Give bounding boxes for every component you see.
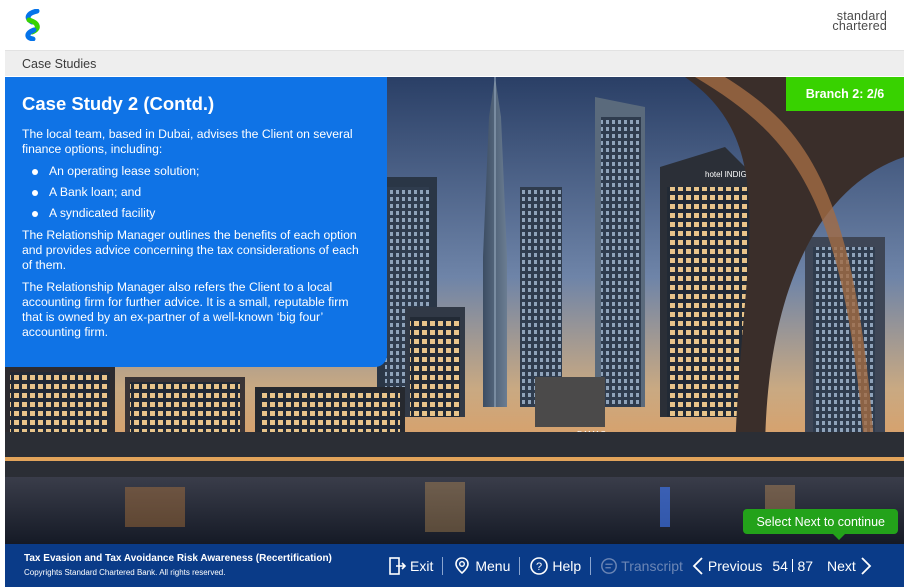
page-counter: 54 87 bbox=[772, 558, 813, 574]
breadcrumb: Case Studies bbox=[5, 50, 904, 76]
brand-line-2: chartered bbox=[832, 19, 887, 33]
divider bbox=[590, 556, 592, 575]
chevron-left-icon bbox=[692, 556, 703, 575]
current-page: 54 bbox=[772, 557, 788, 574]
copyright-text: Copyrights Standard Chartered Bank. All … bbox=[24, 568, 226, 577]
transcript-button[interactable]: Transcript bbox=[600, 557, 683, 575]
course-title: Tax Evasion and Tax Avoidance Risk Aware… bbox=[24, 553, 332, 564]
exit-button[interactable]: Exit bbox=[387, 556, 433, 576]
svg-text:?: ? bbox=[536, 561, 542, 573]
menu-button[interactable]: Menu bbox=[452, 556, 510, 576]
list-item: An operating lease solution; bbox=[30, 164, 371, 179]
next-button[interactable]: Next bbox=[827, 556, 873, 576]
next-label: Next bbox=[827, 557, 856, 574]
chevron-right-icon bbox=[861, 556, 872, 575]
breadcrumb-label: Case Studies bbox=[22, 57, 97, 71]
exit-icon bbox=[389, 556, 407, 575]
previous-button[interactable]: Previous bbox=[691, 556, 762, 576]
transcript-label: Transcript bbox=[621, 557, 683, 574]
page-divider bbox=[791, 559, 794, 572]
slide-scene: hotel INDIGO DAMAC Case Study 2 (Contd.)… bbox=[5, 77, 904, 544]
branch-badge: Branch 2: 2/6 bbox=[786, 77, 904, 111]
panel-paragraph-3: The Relationship Manager also refers the… bbox=[22, 280, 349, 339]
divider bbox=[519, 556, 521, 575]
transcript-icon bbox=[601, 557, 618, 574]
menu-label: Menu bbox=[475, 557, 511, 574]
player-controls: Exit Menu ? Help Transcript Previous 54 … bbox=[387, 544, 873, 587]
panel-paragraph-2: The Relationship Manager outlines the be… bbox=[22, 228, 359, 272]
finance-options-list: An operating lease solution; A Bank loan… bbox=[30, 164, 371, 221]
panel-title: Case Study 2 (Contd.) bbox=[22, 93, 215, 114]
footer-bar: Tax Evasion and Tax Avoidance Risk Aware… bbox=[5, 544, 904, 587]
list-item: A syndicated facility bbox=[30, 206, 371, 221]
help-button[interactable]: ? Help bbox=[529, 556, 581, 576]
top-bar: standard chartered bbox=[0, 0, 909, 50]
standard-chartered-logo-icon bbox=[25, 9, 40, 41]
exit-label: Exit bbox=[410, 557, 434, 574]
divider bbox=[442, 556, 444, 575]
previous-label: Previous bbox=[707, 557, 763, 574]
total-pages: 87 bbox=[797, 557, 814, 574]
help-label: Help bbox=[552, 557, 582, 574]
panel-intro: The local team, based in Dubai, advises … bbox=[22, 127, 353, 156]
list-item: A Bank loan; and bbox=[30, 185, 371, 200]
brand-wordmark: standard chartered bbox=[832, 10, 887, 33]
help-icon: ? bbox=[530, 556, 549, 575]
case-study-panel: Case Study 2 (Contd.) The local team, ba… bbox=[5, 77, 387, 367]
map-pin-icon bbox=[455, 556, 470, 574]
next-hint-tooltip: Select Next to continue bbox=[743, 509, 898, 540]
